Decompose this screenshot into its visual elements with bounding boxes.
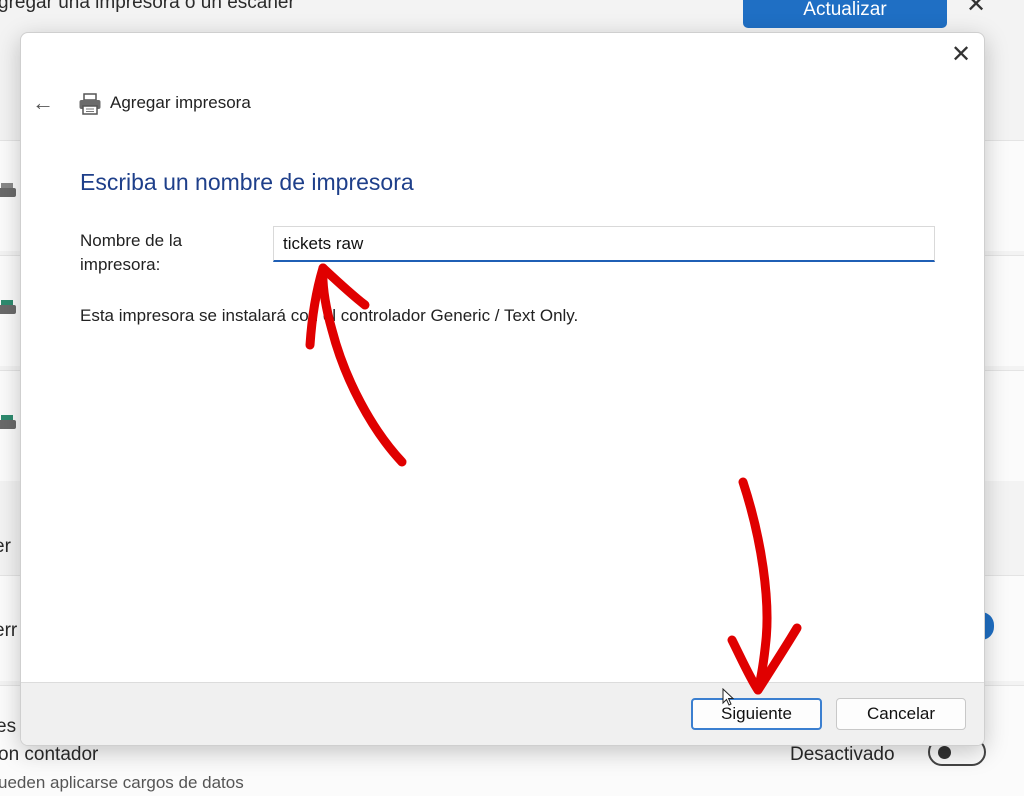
settings-close-icon[interactable]: ✕ <box>966 0 986 19</box>
printer-icon <box>0 415 20 433</box>
printer-icon <box>78 93 102 115</box>
section-label: er <box>0 536 11 557</box>
setting-label: es <box>0 716 17 737</box>
printer-icon <box>0 183 20 201</box>
metered-sublabel: ueden aplicarse cargos de datos <box>0 773 244 792</box>
mouse-cursor-icon <box>722 688 734 706</box>
settings-page-title: gregar una impresora o un escáner <box>0 0 295 13</box>
printer-name-input[interactable] <box>273 226 935 262</box>
cancel-button[interactable]: Cancelar <box>836 698 966 730</box>
add-printer-dialog: ✕ ← Agregar impresora Escriba un nombre … <box>20 32 985 746</box>
dialog-title: Agregar impresora <box>110 93 251 112</box>
page-heading: Escriba un nombre de impresora <box>80 169 414 195</box>
close-icon[interactable]: ✕ <box>949 43 973 67</box>
setting-label: err <box>0 620 18 641</box>
update-button[interactable]: Actualizar <box>743 0 947 28</box>
printer-icon <box>0 300 20 318</box>
driver-info-text: Esta impresora se instalará con el contr… <box>80 306 579 325</box>
printer-name-label: Nombre de la impresora: <box>80 231 183 274</box>
arrow-left-icon: ← <box>32 90 54 115</box>
next-button[interactable]: Siguiente <box>691 698 822 730</box>
dialog-footer: Siguiente Cancelar <box>21 682 984 745</box>
metered-state: Desactivado <box>790 744 895 765</box>
back-button[interactable]: ← <box>31 91 55 115</box>
metered-label: on contador <box>0 744 99 765</box>
